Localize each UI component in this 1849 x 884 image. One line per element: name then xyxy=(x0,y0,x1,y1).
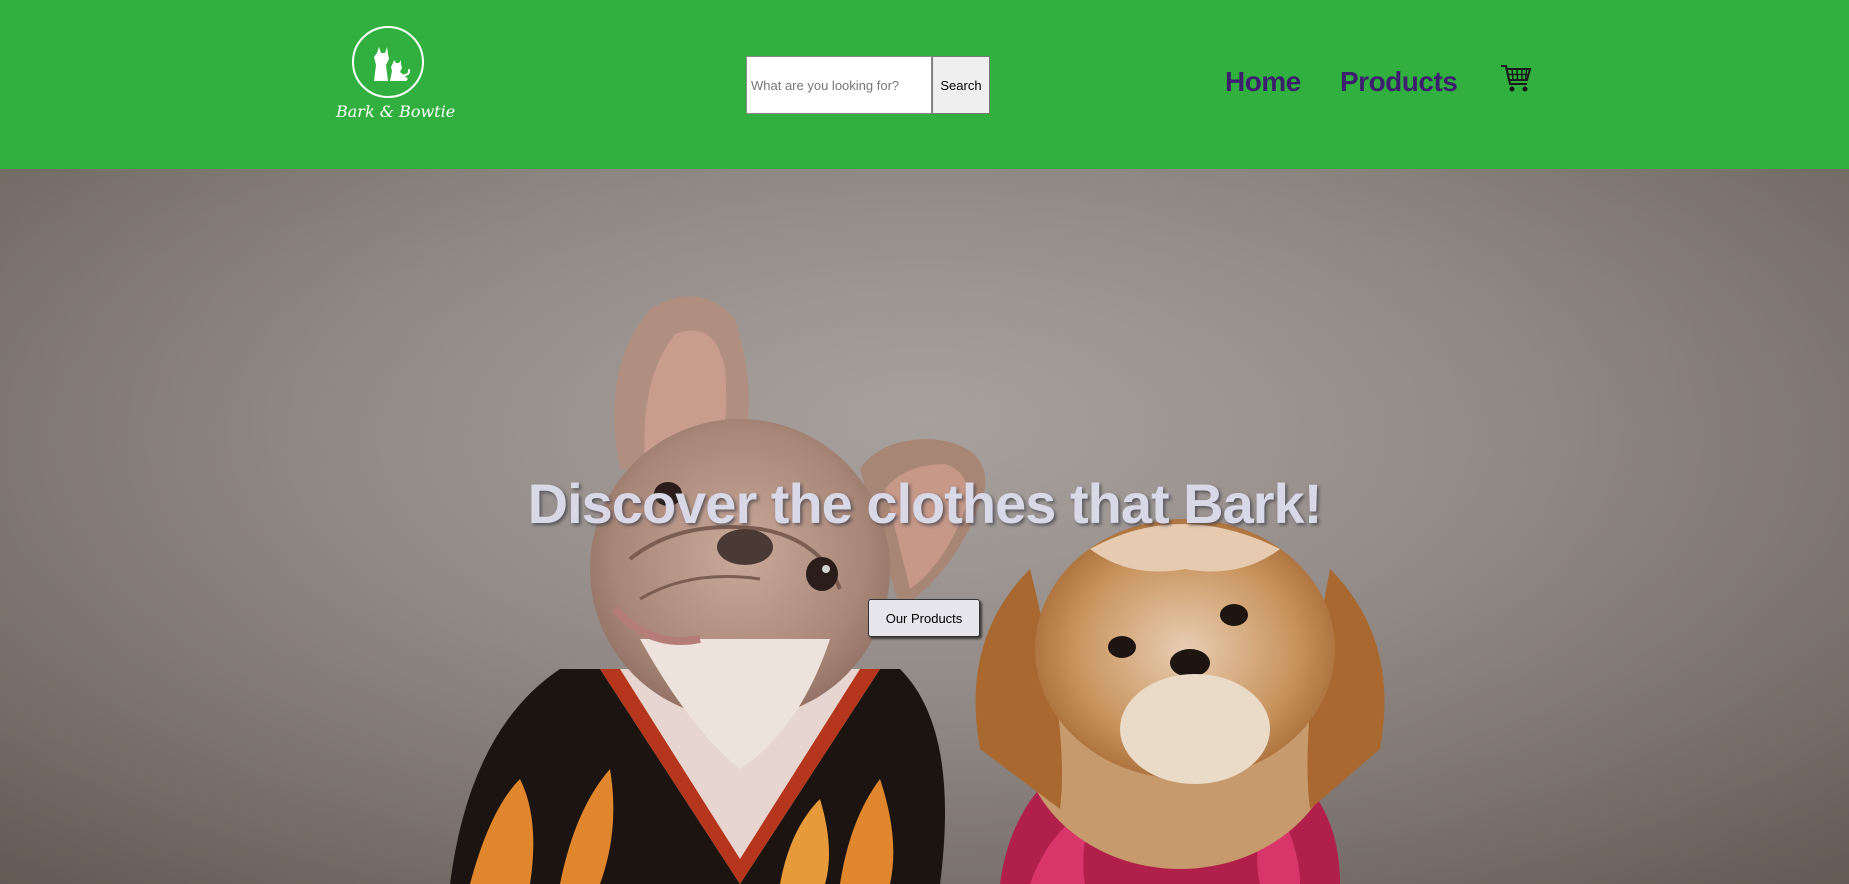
nav-products-link[interactable]: Products xyxy=(1340,66,1458,98)
shopping-cart-icon xyxy=(1501,65,1532,92)
site-header: Bark & Bowtie Search Home Products xyxy=(0,0,1849,169)
hero-banner: Discover the clothes that Bark! Our Prod… xyxy=(0,169,1849,884)
cart-button[interactable] xyxy=(1500,64,1532,94)
nav-links: Home Products xyxy=(0,66,1849,102)
nav-home-link[interactable]: Home xyxy=(1225,66,1301,98)
brand-name: Bark & Bowtie xyxy=(336,102,456,121)
our-products-button[interactable]: Our Products xyxy=(868,599,980,637)
hero-title: Discover the clothes that Bark! xyxy=(527,472,1323,535)
